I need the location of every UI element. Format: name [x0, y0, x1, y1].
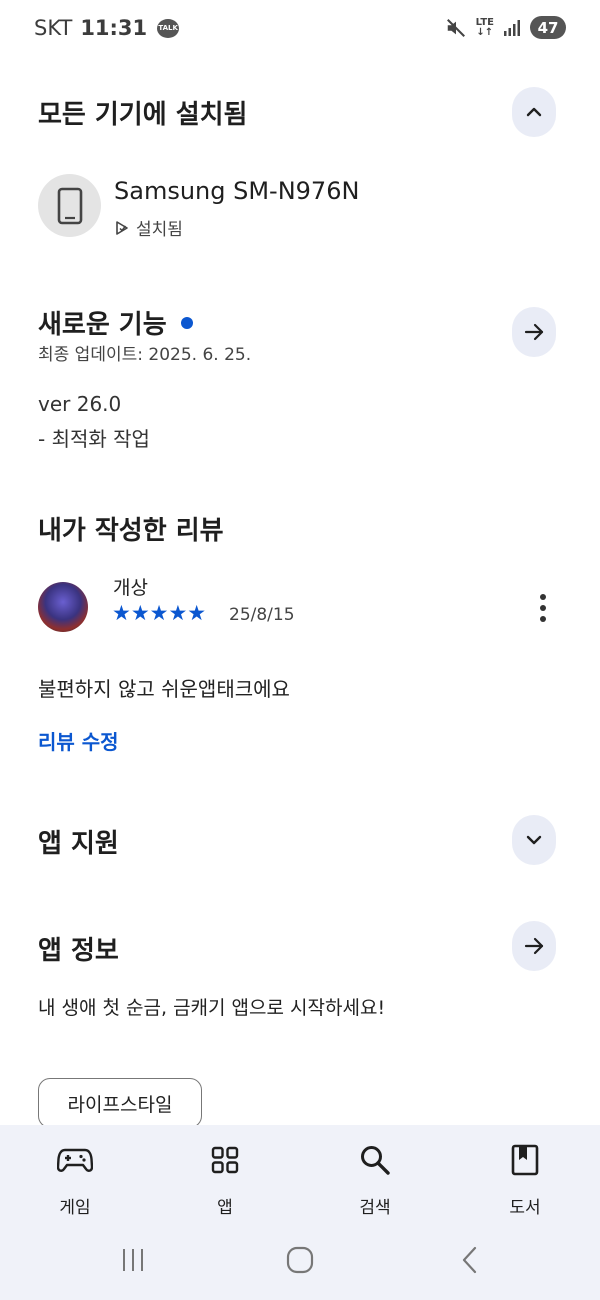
my-review-title: 내가 작성한 리뷰: [38, 516, 224, 546]
battery-indicator: 47: [530, 16, 566, 39]
back-button[interactable]: [440, 1235, 500, 1285]
phone-icon: [57, 187, 82, 224]
release-notes-line: ver 26.0: [38, 392, 122, 416]
signal-icon: [504, 19, 520, 36]
more-options-icon[interactable]: [530, 592, 556, 624]
home-icon: [286, 1246, 314, 1274]
expand-app-support-button[interactable]: [512, 815, 556, 865]
recent-apps-button[interactable]: [103, 1235, 163, 1285]
search-icon: [361, 1146, 390, 1175]
whats-new-title: 새로운 기능: [38, 304, 193, 341]
app-support-title: 앱 지원: [38, 829, 119, 859]
chevron-down-icon: [526, 835, 542, 845]
device-name: Samsung SM-N976N: [114, 177, 360, 205]
device-avatar: [38, 174, 101, 237]
reviewer-name: 개상: [113, 577, 148, 599]
whats-new-arrow-button[interactable]: [512, 307, 556, 357]
device-install-status: 설치됨: [114, 215, 183, 240]
kakaotalk-icon: TALK: [157, 18, 180, 38]
app-info-arrow-button[interactable]: [512, 921, 556, 971]
category-chip[interactable]: 라이프스타일: [38, 1078, 202, 1128]
mute-icon: [446, 18, 465, 37]
gamepad-icon: [57, 1148, 93, 1172]
back-icon: [462, 1246, 477, 1274]
carrier-label: SKT: [34, 16, 73, 40]
nav-item-search[interactable]: 검색: [335, 1141, 415, 1218]
release-notes-line: - 최적화 작업: [38, 427, 150, 451]
clock: 11:31: [80, 16, 148, 40]
collapse-installed-button[interactable]: [512, 87, 556, 137]
review-text: 불편하지 않고 쉬운앱태크에요: [38, 677, 290, 701]
nav-label-books: 도서: [509, 1198, 541, 1218]
lte-icon: LTE ↓↑: [475, 16, 494, 38]
review-date: 25/8/15: [229, 605, 295, 625]
recent-apps-icon: [123, 1249, 143, 1271]
device-status-label: 설치됨: [136, 220, 183, 240]
status-bar: SKT 11:31 TALK LTE ↓↑ 47: [0, 0, 600, 58]
battery-level: 47: [537, 18, 559, 37]
play-install-icon: [116, 220, 128, 235]
arrow-right-icon: [524, 937, 544, 955]
chevron-up-icon: [526, 107, 542, 117]
star-rating: ★★★★★: [112, 601, 207, 625]
nav-item-books[interactable]: 도서: [485, 1141, 565, 1218]
book-icon: [511, 1144, 539, 1176]
home-button[interactable]: [270, 1235, 330, 1285]
system-navigation-bar: [0, 1235, 600, 1295]
nav-item-apps[interactable]: 앱: [185, 1141, 265, 1218]
nav-label-apps: 앱: [217, 1198, 233, 1218]
nav-item-games[interactable]: 게임: [35, 1141, 115, 1218]
arrow-right-icon: [524, 323, 544, 341]
app-info-title: 앱 정보: [38, 936, 119, 966]
last-updated-date: 최종 업데이트: 2025. 6. 25.: [38, 345, 252, 365]
apps-grid-icon: [211, 1146, 239, 1174]
installed-section-title: 모든 기기에 설치됨: [38, 100, 248, 130]
nav-label-search: 검색: [359, 1198, 391, 1218]
whats-new-title-text: 새로운 기능: [38, 310, 167, 340]
edit-review-link[interactable]: 리뷰 수정: [38, 726, 119, 755]
talk-badge-text: TALK: [158, 24, 178, 32]
new-indicator-dot: [180, 316, 193, 329]
nav-label-games: 게임: [59, 1198, 91, 1218]
app-description: 내 생애 첫 순금, 금캐기 앱으로 시작하세요!: [38, 997, 386, 1019]
network-type: LTE: [475, 16, 494, 28]
reviewer-avatar: [38, 582, 88, 632]
